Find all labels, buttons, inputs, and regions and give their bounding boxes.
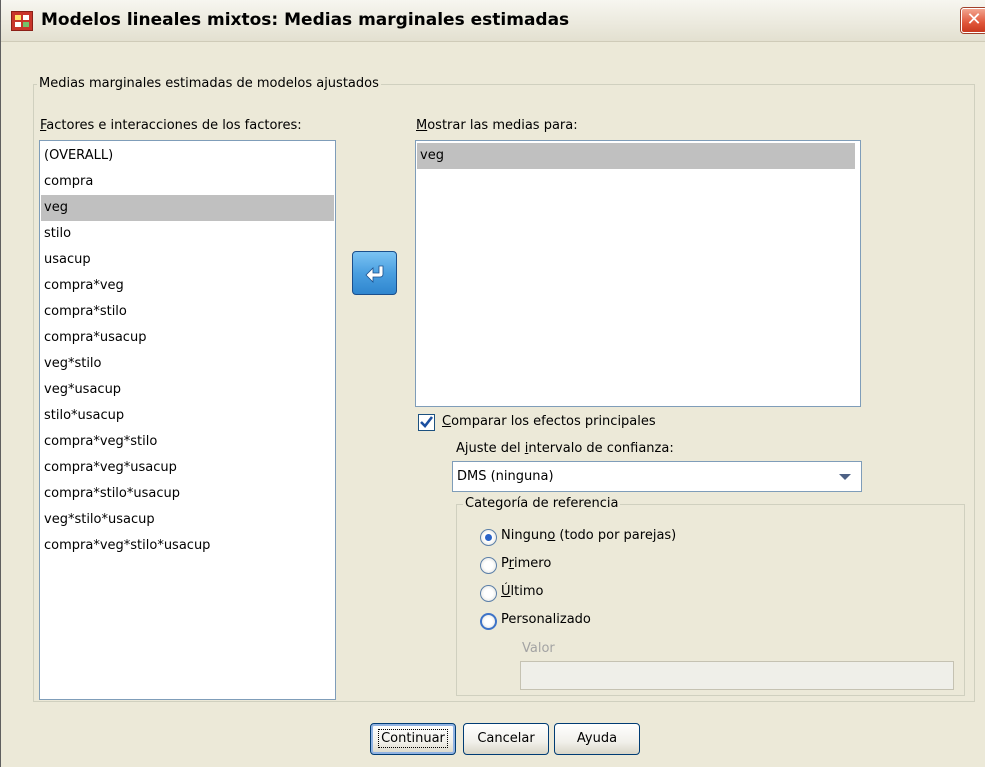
group-legend: Medias marginales estimadas de modelos a… xyxy=(37,76,381,91)
radio-last[interactable] xyxy=(480,585,497,602)
ci-adjustment-label: Ajuste del intervalo de confianza: xyxy=(456,441,674,456)
reference-category-legend: Categoría de referencia xyxy=(463,496,621,511)
compare-main-effects-label: Comparar los efectos principales xyxy=(442,414,656,429)
list-item-veg-stilo[interactable]: veg*stilo xyxy=(41,351,102,377)
checkmark-icon xyxy=(420,416,434,428)
factors-label: Factores e interacciones de los factores… xyxy=(40,118,302,133)
list-item-compra[interactable]: compra xyxy=(41,169,93,195)
radio-first[interactable] xyxy=(480,557,497,574)
help-button[interactable]: Ayuda xyxy=(554,723,640,755)
list-item-compra-stilo-usacup[interactable]: compra*stilo*usacup xyxy=(41,481,180,507)
dialog-window: Modelos lineales mixtos: Medias marginal… xyxy=(0,0,985,767)
display-means-label: Mostrar las medias para: xyxy=(416,118,578,133)
list-item-overall[interactable]: (OVERALL) xyxy=(41,143,113,169)
custom-value-label: Valor xyxy=(522,641,555,656)
list-item-compra-veg-stilo-usacup[interactable]: compra*veg*stilo*usacup xyxy=(41,533,210,559)
factors-listbox[interactable]: (OVERALL) compra veg stilo usacup compra… xyxy=(39,140,336,700)
list-item-veg[interactable]: veg xyxy=(41,195,334,221)
display-means-listbox[interactable]: veg xyxy=(415,140,861,407)
list-item-display-veg[interactable]: veg xyxy=(417,143,855,169)
list-item-compra-usacup[interactable]: compra*usacup xyxy=(41,325,146,351)
spss-app-icon xyxy=(11,11,33,31)
continue-button[interactable]: Continuar xyxy=(370,723,456,755)
list-item-compra-veg-usacup[interactable]: compra*veg*usacup xyxy=(41,455,177,481)
compare-main-effects-checkbox[interactable] xyxy=(418,414,435,431)
list-item-stilo[interactable]: stilo xyxy=(41,221,71,247)
list-item-veg-stilo-usacup[interactable]: veg*stilo*usacup xyxy=(41,507,155,533)
list-item-compra-stilo[interactable]: compra*stilo xyxy=(41,299,127,325)
list-item-compra-veg[interactable]: compra*veg xyxy=(41,273,124,299)
radio-last-label: Último xyxy=(501,584,544,599)
ci-adjustment-value: DMS (ninguna) xyxy=(457,469,554,484)
close-button[interactable]: ✕ xyxy=(961,8,985,33)
radio-none-pairwise[interactable] xyxy=(480,529,497,546)
title-bar: Modelos lineales mixtos: Medias marginal… xyxy=(1,0,985,42)
list-item-compra-veg-stilo[interactable]: compra*veg*stilo xyxy=(41,429,157,455)
radio-first-label: Primero xyxy=(501,556,552,571)
ci-adjustment-dropdown[interactable]: DMS (ninguna) xyxy=(452,461,862,492)
radio-custom-label: Personalizado xyxy=(501,612,591,627)
move-variable-button[interactable] xyxy=(352,251,397,295)
custom-value-field[interactable] xyxy=(520,661,954,690)
window-title: Modelos lineales mixtos: Medias marginal… xyxy=(41,10,570,30)
list-item-stilo-usacup[interactable]: stilo*usacup xyxy=(41,403,124,429)
close-icon: ✕ xyxy=(966,9,982,30)
list-item-veg-usacup[interactable]: veg*usacup xyxy=(41,377,121,403)
continue-button-label: Continuar xyxy=(378,729,448,748)
arrow-left-icon xyxy=(365,265,384,283)
chevron-down-icon[interactable] xyxy=(839,474,851,480)
radio-none-pairwise-label: Ninguno (todo por parejas) xyxy=(501,528,677,543)
radio-custom[interactable] xyxy=(480,613,497,630)
list-item-usacup[interactable]: usacup xyxy=(41,247,91,273)
cancel-button[interactable]: Cancelar xyxy=(463,723,549,755)
